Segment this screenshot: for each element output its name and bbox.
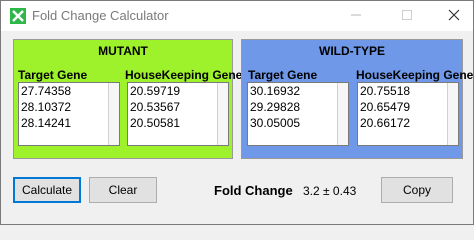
list-item[interactable]: 30.16932 bbox=[248, 83, 348, 99]
list-item[interactable]: 20.66172 bbox=[358, 115, 458, 131]
minimize-icon[interactable] bbox=[348, 7, 364, 23]
wild-type-panel: WILD-TYPE Target Gene HouseKeeping Gene … bbox=[241, 39, 473, 159]
fold-change-label: Fold Change bbox=[214, 183, 293, 198]
list-item[interactable]: 28.14241 bbox=[19, 115, 119, 131]
copy-button[interactable]: Copy bbox=[381, 177, 453, 203]
list-item[interactable]: 29.29828 bbox=[248, 99, 348, 115]
maximize-icon[interactable] bbox=[399, 7, 415, 23]
list-item[interactable]: 28.10372 bbox=[19, 99, 119, 115]
list-item[interactable]: 30.05005 bbox=[248, 115, 348, 131]
list-item[interactable]: 27.74358 bbox=[19, 83, 119, 99]
wild-housekeeping-label: HouseKeeping Gene bbox=[356, 68, 474, 82]
mutant-title: MUTANT bbox=[98, 44, 148, 58]
calculate-button[interactable]: Calculate bbox=[13, 177, 81, 203]
mutant-housekeeping-listbox[interactable]: 20.59719 20.53567 20.50581 bbox=[127, 82, 229, 146]
scrollbar[interactable] bbox=[217, 83, 228, 145]
wild-type-title: WILD-TYPE bbox=[319, 44, 385, 58]
app-icon bbox=[10, 8, 26, 24]
list-item[interactable]: 20.59719 bbox=[128, 83, 228, 99]
clear-button[interactable]: Clear bbox=[89, 177, 157, 203]
list-item[interactable]: 20.53567 bbox=[128, 99, 228, 115]
list-item[interactable]: 20.50581 bbox=[128, 115, 228, 131]
mutant-housekeeping-label: HouseKeeping Gene bbox=[125, 68, 243, 82]
mutant-target-listbox[interactable]: 27.74358 28.10372 28.14241 bbox=[18, 82, 120, 146]
wild-target-listbox[interactable]: 30.16932 29.29828 30.05005 bbox=[247, 82, 349, 146]
app-window: Fold Change Calculator MUTANT Target Gen… bbox=[0, 0, 474, 225]
scrollbar[interactable] bbox=[447, 83, 458, 145]
window-title: Fold Change Calculator bbox=[32, 8, 169, 23]
wild-housekeeping-listbox[interactable]: 20.75518 20.65479 20.66172 bbox=[357, 82, 459, 146]
close-icon[interactable] bbox=[446, 7, 462, 23]
fold-change-value: 3.2 ± 0.43 bbox=[303, 184, 357, 198]
scrollbar[interactable] bbox=[337, 83, 348, 145]
list-item[interactable]: 20.65479 bbox=[358, 99, 458, 115]
list-item[interactable]: 20.75518 bbox=[358, 83, 458, 99]
title-bar: Fold Change Calculator bbox=[1, 1, 473, 31]
scrollbar[interactable] bbox=[108, 83, 119, 145]
wild-target-label: Target Gene bbox=[248, 68, 318, 82]
mutant-panel: MUTANT Target Gene HouseKeeping Gene 27.… bbox=[13, 39, 242, 159]
mutant-target-label: Target Gene bbox=[18, 68, 88, 82]
